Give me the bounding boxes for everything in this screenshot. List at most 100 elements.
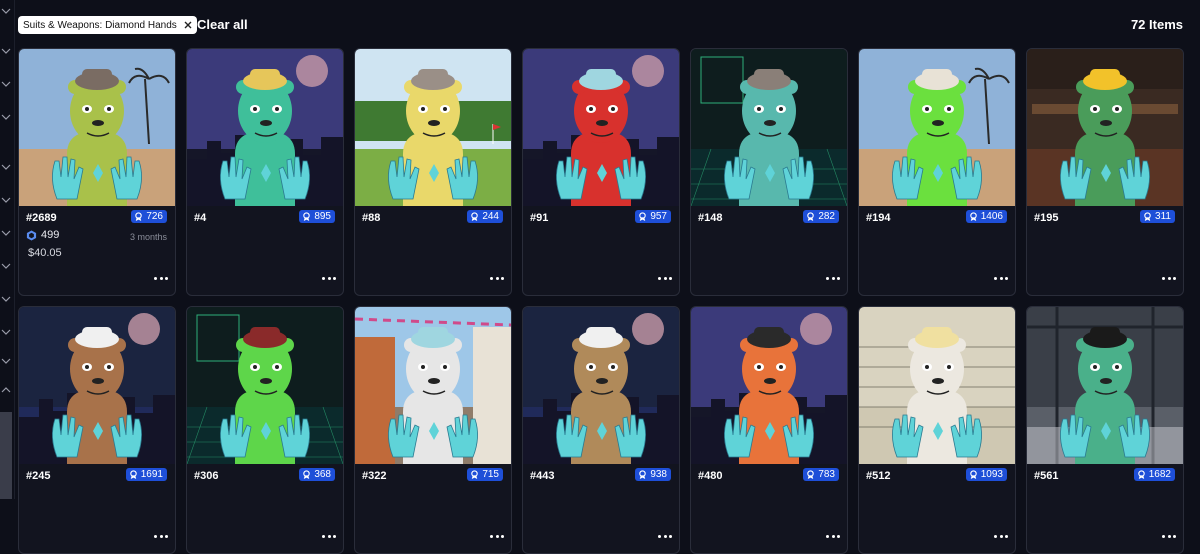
nft-id: #88 [362,212,381,224]
chevron-down-icon[interactable] [0,227,12,239]
sidebar-scrollbar[interactable] [0,412,12,499]
chevron-down-icon[interactable] [0,111,12,123]
rarity-rank-badge: 244 [467,210,503,223]
nft-card[interactable]: #88 244 [354,48,512,296]
nft-card[interactable]: #480 783 [690,306,848,554]
nft-grid: #2689 726 499 3 months $40.05 #4 895 #88… [18,48,1184,554]
nft-artwork-svg [523,307,679,464]
nft-artwork-svg [691,49,847,206]
nft-artwork[interactable] [187,307,343,464]
nft-card[interactable]: #4 895 [186,48,344,296]
chevron-down-icon[interactable] [0,161,12,173]
more-options-icon[interactable] [658,532,672,540]
nft-artwork[interactable] [691,49,847,206]
more-options-icon[interactable] [1162,274,1176,282]
clear-all-button[interactable]: Clear all [197,17,248,32]
nft-id: #561 [1034,470,1059,482]
nft-id: #480 [698,470,723,482]
rarity-rank-badge: 1406 [965,210,1007,223]
chevron-down-icon[interactable] [0,355,12,367]
nft-id: #512 [866,470,891,482]
nft-id: #195 [1034,212,1059,224]
rank-ribbon-icon [470,212,479,221]
chevron-down-icon[interactable] [0,260,12,272]
nft-card[interactable]: #195 311 [1026,48,1184,296]
nft-artwork[interactable] [19,307,175,464]
rarity-rank-value: 726 [146,211,163,222]
nft-card[interactable]: #2689 726 499 3 months $40.05 [18,48,176,296]
rarity-rank-value: 1093 [980,469,1003,480]
rarity-rank-badge: 715 [467,468,503,481]
rarity-rank-badge: 1093 [965,468,1007,481]
more-options-icon[interactable] [826,532,840,540]
nft-card[interactable]: #194 1406 [858,48,1016,296]
nft-id: #4 [194,212,207,224]
rarity-rank-badge: 726 [131,210,167,223]
more-options-icon[interactable] [994,532,1008,540]
nft-artwork[interactable] [859,49,1015,206]
nft-card[interactable]: #322 715 [354,306,512,554]
chevron-down-icon[interactable] [0,326,12,338]
nft-artwork[interactable] [859,307,1015,464]
nft-artwork[interactable] [355,49,511,206]
rarity-rank-badge: 783 [803,468,839,481]
rarity-rank-value: 244 [482,211,499,222]
nft-id: #443 [530,470,555,482]
more-options-icon[interactable] [322,274,336,282]
more-options-icon[interactable] [826,274,840,282]
rank-ribbon-icon [806,470,815,479]
rarity-rank-badge: 895 [299,210,335,223]
rarity-rank-badge: 1682 [1133,468,1175,481]
rarity-rank-badge: 938 [635,468,671,481]
usd-price: $40.05 [28,247,62,259]
more-options-icon[interactable] [658,274,672,282]
nft-id: #306 [194,470,219,482]
nft-artwork[interactable] [187,49,343,206]
more-options-icon[interactable] [490,274,504,282]
chevron-down-icon[interactable] [0,78,12,90]
nft-card[interactable]: #91 957 [522,48,680,296]
nft-card[interactable]: #512 1093 [858,306,1016,554]
chevron-down-icon[interactable] [0,5,12,17]
rarity-rank-value: 715 [482,469,499,480]
rarity-rank-value: 783 [818,469,835,480]
nft-card[interactable]: #306 368 [186,306,344,554]
more-options-icon[interactable] [994,274,1008,282]
active-filter-chip[interactable]: Suits & Weapons: Diamond Hands [18,16,197,34]
nft-artwork[interactable] [523,49,679,206]
price-row: 499 [26,229,59,241]
nft-artwork-svg [187,307,343,464]
rarity-rank-value: 957 [650,211,667,222]
nft-artwork[interactable] [523,307,679,464]
chevron-down-icon[interactable] [0,293,12,305]
nft-artwork-svg [19,307,175,464]
close-icon[interactable] [183,20,193,30]
nft-artwork[interactable] [1027,49,1183,206]
nft-card[interactable]: #245 1691 [18,306,176,554]
more-options-icon[interactable] [154,532,168,540]
chevron-down-icon[interactable] [0,194,12,206]
nft-id: #2689 [26,212,57,224]
more-options-icon[interactable] [322,532,336,540]
nft-card[interactable]: #561 1682 [1026,306,1184,554]
nft-id: #245 [26,470,51,482]
nft-artwork-svg [859,49,1015,206]
rarity-rank-value: 1406 [980,211,1003,222]
rarity-rank-value: 1691 [140,469,163,480]
chevron-up-icon[interactable] [0,384,12,396]
more-options-icon[interactable] [154,274,168,282]
nft-id: #91 [530,212,549,224]
nft-artwork[interactable] [355,307,511,464]
nft-artwork[interactable] [1027,307,1183,464]
nft-card[interactable]: #148 282 [690,48,848,296]
rank-ribbon-icon [302,212,311,221]
rank-ribbon-icon [470,470,479,479]
nft-artwork-svg [19,49,175,206]
chevron-down-icon[interactable] [0,45,12,57]
more-options-icon[interactable] [1162,532,1176,540]
rarity-rank-badge: 1691 [125,468,167,481]
nft-card[interactable]: #443 938 [522,306,680,554]
more-options-icon[interactable] [490,532,504,540]
nft-artwork[interactable] [19,49,175,206]
nft-artwork[interactable] [691,307,847,464]
